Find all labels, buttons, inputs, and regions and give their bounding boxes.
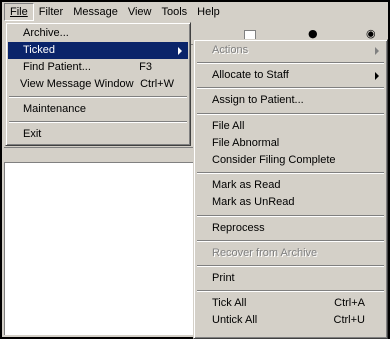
menu-item-file-abnormal[interactable]: File Abnormal: [196, 135, 385, 152]
submenu-arrow-icon: [375, 72, 379, 81]
menu-item-label: File All: [212, 119, 245, 132]
menu-help[interactable]: Help: [192, 3, 225, 21]
menu-item-tick-all[interactable]: Tick All Ctrl+A: [196, 295, 385, 312]
menu-file[interactable]: File: [4, 3, 34, 21]
menu-item-label: Ticked: [23, 44, 55, 56]
menu-item-label: Print: [212, 271, 235, 284]
menu-separator: [8, 118, 188, 126]
menu-item-exit[interactable]: Exit: [8, 126, 188, 143]
menu-message[interactable]: Message: [68, 3, 123, 21]
menu-item-assign-to-patient[interactable]: Assign to Patient...: [196, 92, 385, 109]
menu-separator: [196, 59, 385, 67]
menu-item-untick-all[interactable]: Untick All Ctrl+U: [196, 312, 385, 329]
menu-item-label: Recover from Archive: [212, 246, 318, 259]
menu-item-label: Archive...: [23, 27, 69, 39]
menu-item-label: Find Patient...: [23, 61, 91, 73]
menu-item-shortcut: Ctrl+A: [334, 297, 365, 310]
menu-separator: [196, 237, 385, 245]
menu-tools[interactable]: Tools: [156, 3, 192, 21]
menu-item-mark-as-read[interactable]: Mark as Read: [196, 177, 385, 194]
message-list[interactable]: [4, 163, 194, 335]
menu-item-file-all[interactable]: File All: [196, 118, 385, 135]
menu-separator: [196, 262, 385, 270]
menu-item-label: Mark as Read: [212, 179, 281, 192]
menu-separator: [8, 93, 188, 101]
menu-item-print[interactable]: Print: [196, 270, 385, 287]
submenu-arrow-icon: [375, 47, 379, 55]
list-header: [4, 147, 194, 163]
file-menu: Archive... Ticked Find Patient... F3 View…: [5, 22, 191, 146]
menu-item-ticked[interactable]: Ticked: [8, 42, 188, 59]
submenu-arrow-icon: [178, 47, 182, 55]
menu-item-consider-filing-complete[interactable]: Consider Filing Complete: [196, 152, 385, 169]
menu-item-archive[interactable]: Archive...: [8, 25, 188, 42]
menu-item-shortcut: Ctrl+U: [333, 314, 365, 327]
menu-bar: File Filter Message View Tools Help: [2, 2, 388, 22]
menu-item-actions: Actions: [196, 42, 385, 59]
menu-separator: [196, 169, 385, 177]
menu-item-find-patient[interactable]: Find Patient... F3: [8, 59, 188, 76]
ticked-submenu: Actions Allocate to Staff Assign to Pati…: [193, 39, 388, 339]
menu-separator: [196, 84, 385, 92]
menu-item-label: View Message Window: [20, 78, 134, 90]
menu-item-label: Actions: [212, 44, 249, 56]
app-window: File Filter Message View Tools Help ● ◉ …: [0, 0, 390, 339]
menu-item-mark-as-unread[interactable]: Mark as UnRead: [196, 194, 385, 211]
menu-filter[interactable]: Filter: [34, 3, 68, 21]
menu-item-label: Consider Filing Complete: [212, 153, 336, 166]
menu-item-label: Allocate to Staff: [212, 69, 289, 82]
window-client-area: File Filter Message View Tools Help ● ◉ …: [2, 2, 388, 339]
menu-item-view-message-window[interactable]: View Message Window Ctrl+W: [8, 76, 188, 93]
menu-item-reprocess[interactable]: Reprocess: [196, 220, 385, 237]
menu-item-label: Maintenance: [23, 103, 86, 115]
menu-item-shortcut: F3: [139, 61, 152, 73]
menu-item-label: Assign to Patient...: [212, 94, 304, 107]
menu-item-allocate-to-staff[interactable]: Allocate to Staff: [196, 67, 385, 84]
menu-item-label: File Abnormal: [212, 136, 280, 149]
menu-separator: [196, 110, 385, 118]
menu-separator: [196, 287, 385, 295]
menu-view[interactable]: View: [123, 3, 157, 21]
menu-item-label: Tick All: [212, 297, 247, 310]
menu-item-label: Untick All: [212, 314, 258, 327]
menu-item-label: Mark as UnRead: [212, 196, 295, 209]
menu-separator: [196, 212, 385, 220]
menu-item-maintenance[interactable]: Maintenance: [8, 101, 188, 118]
menu-item-shortcut: Ctrl+W: [140, 78, 174, 90]
menu-item-label: Reprocess: [212, 221, 265, 234]
menu-item-label: Exit: [23, 128, 42, 140]
menu-item-recover-from-archive: Recover from Archive: [196, 245, 385, 262]
